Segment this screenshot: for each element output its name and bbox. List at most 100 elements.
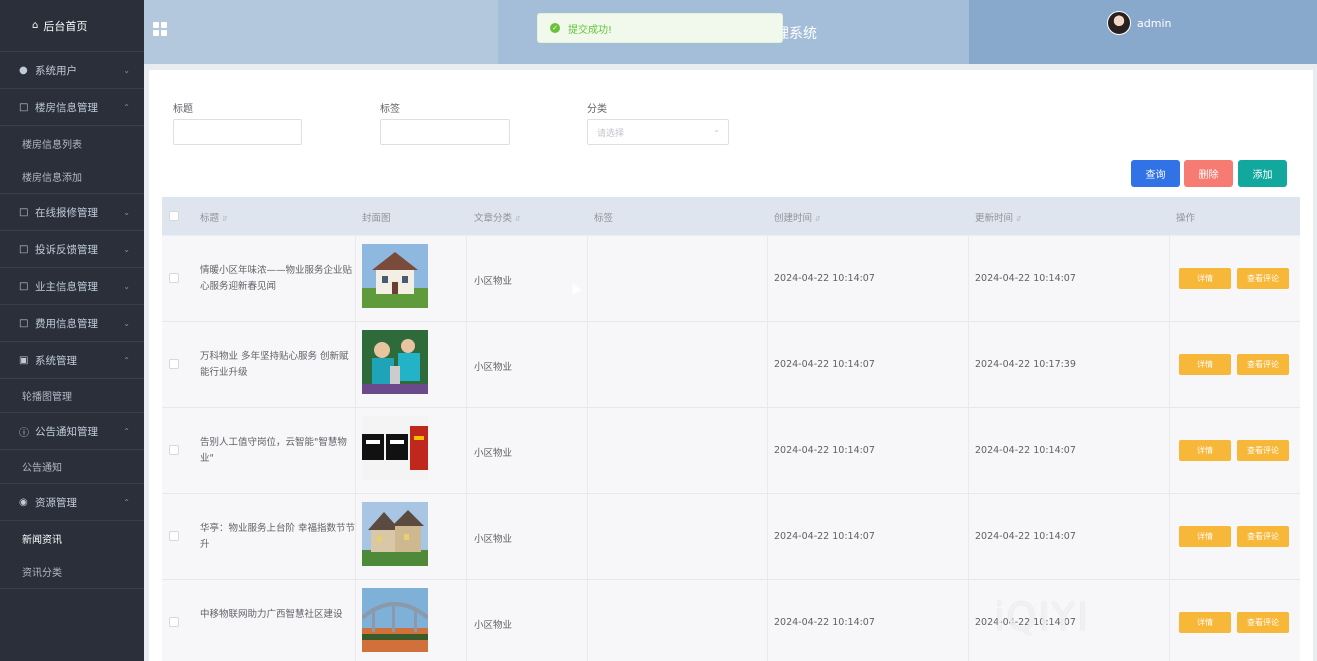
sidebar-group-users[interactable]: ● 系统用户 ⌄ [0,52,144,89]
detail-button[interactable]: 详情 [1179,612,1231,633]
sidebar-group-label: 公告通知管理 [35,425,98,438]
chevron-down-icon: ⌄ [123,244,130,254]
sidebar-home-label: 后台首页 [43,19,88,33]
row-updated-time: 2024-04-22 10:14:07 [975,273,1076,284]
column-header-cover: 封面图 [362,213,391,224]
row-created-time: 2024-04-22 10:14:07 [774,617,875,628]
detail-button[interactable]: 详情 [1179,440,1231,461]
sidebar-item-carousel[interactable]: 轮播图管理 [0,379,144,413]
sidebar-group-resource[interactable]: ◉ 资源管理 ⌃ [0,484,144,521]
row-category: 小区物业 [474,534,513,545]
sidebar-group-label: 系统管理 [35,354,77,367]
sidebar-item-news-category[interactable]: 资讯分类 [0,555,144,589]
avatar[interactable] [1107,11,1131,35]
sidebar-group-system[interactable]: ▣ 系统管理 ⌃ [0,342,144,379]
view-comments-button[interactable]: 查看评论 [1237,354,1289,375]
row-title: 情暖小区年味浓——物业服务企业贴心服务迎新春见闻 [200,265,353,292]
success-toast: ✓ 提交成功! [537,13,783,43]
sidebar-group-repair[interactable]: □ 在线报修管理 ⌄ [0,194,144,231]
news-table: 标题 ⇵ 封面图 文章分类 ⇵ 标签 创建时间 ⇵ 更新时间 ⇵ 操作 情暖小区年味浓—… [162,197,1300,661]
sidebar-group-label: 业主信息管理 [35,280,98,293]
detail-button[interactable]: 详情 [1179,354,1231,375]
main-content: 标题 标签 分类 请选择 ⌄ 查询 删除 添加 标题 ⇵ 封面图 文章分类 ⇵ 标签… [149,70,1313,661]
row-category: 小区物业 [474,448,513,459]
cover-property-text-image [362,416,428,480]
row-checkbox[interactable] [169,445,179,455]
username[interactable]: admin [1137,17,1171,30]
chevron-down-icon: ⌄ [123,65,130,75]
chevron-up-icon: ⌃ [123,426,130,436]
sidebar-item-news[interactable]: 新闻资讯 [0,521,144,555]
column-header-updated[interactable]: 更新时间 ⇵ [975,210,1022,224]
chevron-down-icon: ⌄ [123,318,130,328]
document-icon: □ [19,243,29,255]
column-header-created[interactable]: 创建时间 ⇵ [774,210,821,224]
chevron-down-icon: ⌄ [713,125,720,134]
cover-bridge-image [362,588,428,652]
row-category: 小区物业 [474,620,513,631]
column-header-actions: 操作 [1176,213,1196,224]
category-select-placeholder: 请选择 [597,129,625,139]
sidebar-home[interactable]: ⌂ 后台首页 [0,0,144,52]
row-category: 小区物业 [474,362,513,373]
query-button[interactable]: 查询 [1131,160,1180,187]
column-header-title[interactable]: 标题 ⇵ [200,210,228,224]
sidebar-group-complaint[interactable]: □ 投诉反馈管理 ⌄ [0,231,144,268]
view-comments-button[interactable]: 查看评论 [1237,268,1289,289]
row-created-time: 2024-04-22 10:14:07 [774,445,875,456]
sidebar-group-fee[interactable]: □ 费用信息管理 ⌄ [0,305,144,342]
detail-button[interactable]: 详情 [1179,268,1231,289]
category-select[interactable]: 请选择 ⌄ [587,119,729,145]
sidebar-group-label: 资源管理 [35,496,77,509]
chevron-up-icon: ⌃ [123,497,130,507]
add-button[interactable]: 添加 [1238,160,1287,187]
row-title: 告别人工值守岗位，云智能"智慧物业" [200,437,347,464]
chevron-down-icon: ⌄ [123,281,130,291]
column-header-tag: 标签 [594,213,614,224]
cover-villa-image [362,502,428,566]
delete-button[interactable]: 删除 [1184,160,1233,187]
view-comments-button[interactable]: 查看评论 [1237,440,1289,461]
table-row: 华亭：物业服务上台阶 幸福指数节节升 小区物业 2024-04-22 10:14… [162,494,1300,580]
toast-message: 提交成功! [568,24,613,36]
view-comments-button[interactable]: 查看评论 [1237,526,1289,547]
sidebar-item-notice[interactable]: 公告通知 [0,450,144,484]
chevron-up-icon: ⌃ [123,355,130,365]
detail-button[interactable]: 详情 [1179,526,1231,547]
row-category: 小区物业 [474,276,513,287]
chevron-down-icon: ⌄ [123,207,130,217]
sidebar-group-notice[interactable]: ⓘ 公告通知管理 ⌃ [0,413,144,450]
sidebar-group-owner[interactable]: □ 业主信息管理 ⌄ [0,268,144,305]
row-checkbox[interactable] [169,617,179,627]
row-checkbox[interactable] [169,531,179,541]
row-created-time: 2024-04-22 10:14:07 [774,531,875,542]
document-icon: □ [19,317,29,329]
sort-icon: ⇵ [222,215,228,223]
row-checkbox[interactable] [169,359,179,369]
cover-house-image [362,244,428,308]
user-icon: ● [19,64,28,76]
title-filter-input[interactable] [173,119,302,145]
row-updated-time: 2024-04-22 10:17:39 [975,359,1076,370]
sidebar-item-building-add[interactable]: 楼房信息添加 [0,160,144,194]
sidebar: ⌂ 后台首页 ● 系统用户 ⌄ □ 楼房信息管理 ⌃ 楼房信息列表 楼房信息添加… [0,0,144,661]
sort-icon: ⇵ [515,215,521,223]
sidebar-group-label: 在线报修管理 [35,206,98,219]
tag-filter-input[interactable] [380,119,510,145]
select-all-checkbox[interactable] [169,211,179,221]
sidebar-item-building-list[interactable]: 楼房信息列表 [0,126,144,160]
table-header: 标题 ⇵ 封面图 文章分类 ⇵ 标签 创建时间 ⇵ 更新时间 ⇵ 操作 [162,197,1300,236]
home-icon: ⌂ [32,20,39,31]
watermark-logo: iQIYI [994,595,1091,639]
sidebar-group-label: 楼房信息管理 [35,101,98,114]
picture-icon: ▣ [19,354,29,366]
row-checkbox[interactable] [169,273,179,283]
column-header-category[interactable]: 文章分类 ⇵ [474,210,521,224]
title-filter-label: 标题 [173,104,193,115]
row-created-time: 2024-04-22 10:14:07 [774,273,875,284]
menu-grid-icon[interactable] [153,22,167,36]
view-comments-button[interactable]: 查看评论 [1237,612,1289,633]
sort-icon: ⇵ [1016,215,1022,223]
sidebar-group-building[interactable]: □ 楼房信息管理 ⌃ [0,89,144,126]
location-icon: ◉ [19,496,28,508]
